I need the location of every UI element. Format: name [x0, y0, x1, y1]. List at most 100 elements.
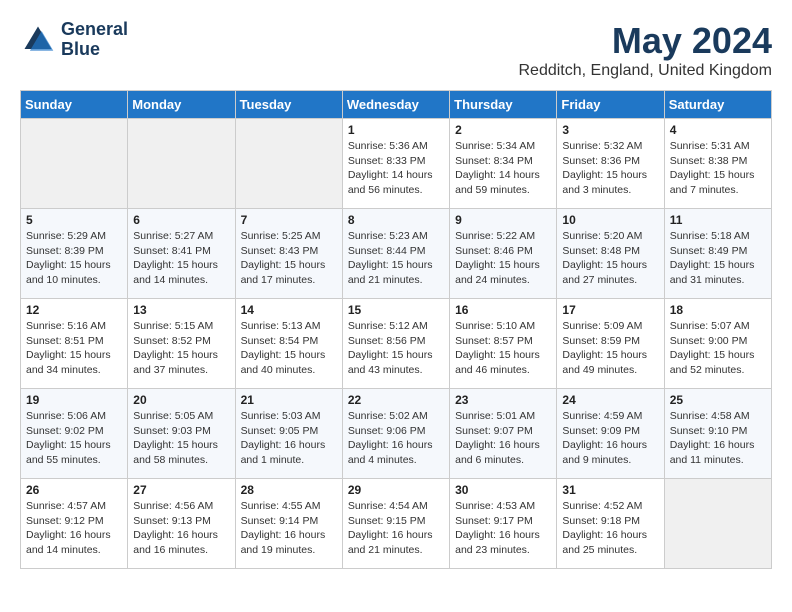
calendar-cell: 3 Sunrise: 5:32 AM Sunset: 8:36 PM Daylig…	[557, 119, 664, 209]
calendar-cell: 27 Sunrise: 4:56 AM Sunset: 9:13 PM Dayli…	[128, 479, 235, 569]
day-info: Sunrise: 5:27 AM Sunset: 8:41 PM Dayligh…	[133, 229, 229, 288]
day-number: 29	[348, 483, 444, 497]
day-info: Sunrise: 5:12 AM Sunset: 8:56 PM Dayligh…	[348, 319, 444, 378]
logo-icon	[20, 22, 56, 58]
calendar-cell: 14Sunrise: 5:13 AM Sunset: 8:54 PM Dayli…	[235, 299, 342, 389]
day-info: Sunrise: 5:32 AM Sunset: 8:36 PM Dayligh…	[562, 139, 658, 198]
day-info: Sunrise: 5:13 AM Sunset: 8:54 PM Dayligh…	[241, 319, 337, 378]
day-info: Sunrise: 4:59 AM Sunset: 9:09 PM Dayligh…	[562, 409, 658, 468]
calendar-header: SundayMondayTuesdayWednesdayThursdayFrid…	[21, 91, 772, 119]
calendar-cell: 13 Sunrise: 5:15 AM Sunset: 8:52 PM Dayli…	[128, 299, 235, 389]
calendar-cell: 21 Sunrise: 5:03 AM Sunset: 9:05 PM Dayli…	[235, 389, 342, 479]
day-info: Sunrise: 5:06 AM Sunset: 9:02 PM Dayligh…	[26, 409, 122, 468]
day-number: 24	[562, 393, 658, 407]
day-number: 20	[133, 393, 229, 407]
header-cell-saturday: Saturday	[664, 91, 771, 119]
logo-line2: Blue	[61, 40, 128, 60]
day-number: 3	[562, 123, 658, 137]
day-number: 11	[670, 213, 766, 227]
day-number: 30	[455, 483, 551, 497]
calendar-cell	[128, 119, 235, 209]
day-info: Sunrise: 4:56 AM Sunset: 9:13 PM Dayligh…	[133, 499, 229, 558]
calendar-cell: 22Sunrise: 5:02 AM Sunset: 9:06 PM Dayli…	[342, 389, 449, 479]
day-info: Sunrise: 4:53 AM Sunset: 9:17 PM Dayligh…	[455, 499, 551, 558]
logo: General Blue	[20, 20, 128, 60]
day-info: Sunrise: 5:29 AM Sunset: 8:39 PM Dayligh…	[26, 229, 122, 288]
calendar-cell: 8Sunrise: 5:23 AM Sunset: 8:44 PM Daylig…	[342, 209, 449, 299]
day-info: Sunrise: 5:15 AM Sunset: 8:52 PM Dayligh…	[133, 319, 229, 378]
day-number: 18	[670, 303, 766, 317]
calendar-cell: 9Sunrise: 5:22 AM Sunset: 8:46 PM Daylig…	[450, 209, 557, 299]
month-year: May 2024	[519, 20, 773, 62]
day-number: 6	[133, 213, 229, 227]
calendar-cell: 19Sunrise: 5:06 AM Sunset: 9:02 PM Dayli…	[21, 389, 128, 479]
day-number: 10	[562, 213, 658, 227]
calendar-cell: 7Sunrise: 5:25 AM Sunset: 8:43 PM Daylig…	[235, 209, 342, 299]
calendar-cell: 24 Sunrise: 4:59 AM Sunset: 9:09 PM Dayli…	[557, 389, 664, 479]
day-number: 12	[26, 303, 122, 317]
header-cell-friday: Friday	[557, 91, 664, 119]
day-number: 28	[241, 483, 337, 497]
day-number: 2	[455, 123, 551, 137]
calendar-week-1: 5 Sunrise: 5:29 AM Sunset: 8:39 PM Daylig…	[21, 209, 772, 299]
day-number: 1	[348, 123, 444, 137]
calendar-cell: 11 Sunrise: 5:18 AM Sunset: 8:49 PM Dayli…	[664, 209, 771, 299]
day-info: Sunrise: 5:05 AM Sunset: 9:03 PM Dayligh…	[133, 409, 229, 468]
day-number: 25	[670, 393, 766, 407]
calendar-cell: 29 Sunrise: 4:54 AM Sunset: 9:15 PM Dayli…	[342, 479, 449, 569]
day-info: Sunrise: 5:34 AM Sunset: 8:34 PM Dayligh…	[455, 139, 551, 198]
day-info: Sunrise: 5:03 AM Sunset: 9:05 PM Dayligh…	[241, 409, 337, 468]
day-info: Sunrise: 5:31 AM Sunset: 8:38 PM Dayligh…	[670, 139, 766, 198]
calendar-cell: 31 Sunrise: 4:52 AM Sunset: 9:18 PM Dayli…	[557, 479, 664, 569]
calendar-cell: 30 Sunrise: 4:53 AM Sunset: 9:17 PM Dayli…	[450, 479, 557, 569]
logo-line1: General	[61, 20, 128, 40]
day-info: Sunrise: 5:18 AM Sunset: 8:49 PM Dayligh…	[670, 229, 766, 288]
header-row: SundayMondayTuesdayWednesdayThursdayFrid…	[21, 91, 772, 119]
calendar-cell: 26 Sunrise: 4:57 AM Sunset: 9:12 PM Dayli…	[21, 479, 128, 569]
calendar-cell	[664, 479, 771, 569]
day-info: Sunrise: 4:57 AM Sunset: 9:12 PM Dayligh…	[26, 499, 122, 558]
calendar-week-2: 12Sunrise: 5:16 AM Sunset: 8:51 PM Dayli…	[21, 299, 772, 389]
calendar-cell: 5 Sunrise: 5:29 AM Sunset: 8:39 PM Daylig…	[21, 209, 128, 299]
calendar-cell: 1Sunrise: 5:36 AM Sunset: 8:33 PM Daylig…	[342, 119, 449, 209]
calendar-week-0: 1Sunrise: 5:36 AM Sunset: 8:33 PM Daylig…	[21, 119, 772, 209]
day-number: 26	[26, 483, 122, 497]
calendar-cell: 25 Sunrise: 4:58 AM Sunset: 9:10 PM Dayli…	[664, 389, 771, 479]
day-info: Sunrise: 4:58 AM Sunset: 9:10 PM Dayligh…	[670, 409, 766, 468]
day-info: Sunrise: 4:52 AM Sunset: 9:18 PM Dayligh…	[562, 499, 658, 558]
day-info: Sunrise: 5:10 AM Sunset: 8:57 PM Dayligh…	[455, 319, 551, 378]
calendar-cell: 16 Sunrise: 5:10 AM Sunset: 8:57 PM Dayli…	[450, 299, 557, 389]
day-info: Sunrise: 5:01 AM Sunset: 9:07 PM Dayligh…	[455, 409, 551, 468]
day-number: 5	[26, 213, 122, 227]
day-number: 15	[348, 303, 444, 317]
day-number: 13	[133, 303, 229, 317]
day-number: 31	[562, 483, 658, 497]
calendar-table: SundayMondayTuesdayWednesdayThursdayFrid…	[20, 90, 772, 569]
calendar-cell	[21, 119, 128, 209]
day-info: Sunrise: 5:09 AM Sunset: 8:59 PM Dayligh…	[562, 319, 658, 378]
calendar-cell: 23 Sunrise: 5:01 AM Sunset: 9:07 PM Dayli…	[450, 389, 557, 479]
calendar-cell: 28Sunrise: 4:55 AM Sunset: 9:14 PM Dayli…	[235, 479, 342, 569]
day-number: 17	[562, 303, 658, 317]
calendar-cell: 20 Sunrise: 5:05 AM Sunset: 9:03 PM Dayli…	[128, 389, 235, 479]
day-info: Sunrise: 5:25 AM Sunset: 8:43 PM Dayligh…	[241, 229, 337, 288]
day-info: Sunrise: 4:54 AM Sunset: 9:15 PM Dayligh…	[348, 499, 444, 558]
day-info: Sunrise: 5:07 AM Sunset: 9:00 PM Dayligh…	[670, 319, 766, 378]
day-number: 16	[455, 303, 551, 317]
calendar-cell: 4 Sunrise: 5:31 AM Sunset: 8:38 PM Daylig…	[664, 119, 771, 209]
calendar-week-3: 19Sunrise: 5:06 AM Sunset: 9:02 PM Dayli…	[21, 389, 772, 479]
day-number: 4	[670, 123, 766, 137]
calendar-cell: 18 Sunrise: 5:07 AM Sunset: 9:00 PM Dayli…	[664, 299, 771, 389]
header-cell-wednesday: Wednesday	[342, 91, 449, 119]
calendar-cell: 2 Sunrise: 5:34 AM Sunset: 8:34 PM Daylig…	[450, 119, 557, 209]
header-cell-sunday: Sunday	[21, 91, 128, 119]
calendar-cell: 15 Sunrise: 5:12 AM Sunset: 8:56 PM Dayli…	[342, 299, 449, 389]
day-number: 21	[241, 393, 337, 407]
calendar-cell: 12Sunrise: 5:16 AM Sunset: 8:51 PM Dayli…	[21, 299, 128, 389]
header-cell-thursday: Thursday	[450, 91, 557, 119]
calendar-cell: 6 Sunrise: 5:27 AM Sunset: 8:41 PM Daylig…	[128, 209, 235, 299]
day-number: 23	[455, 393, 551, 407]
day-info: Sunrise: 5:22 AM Sunset: 8:46 PM Dayligh…	[455, 229, 551, 288]
day-number: 27	[133, 483, 229, 497]
calendar-cell	[235, 119, 342, 209]
